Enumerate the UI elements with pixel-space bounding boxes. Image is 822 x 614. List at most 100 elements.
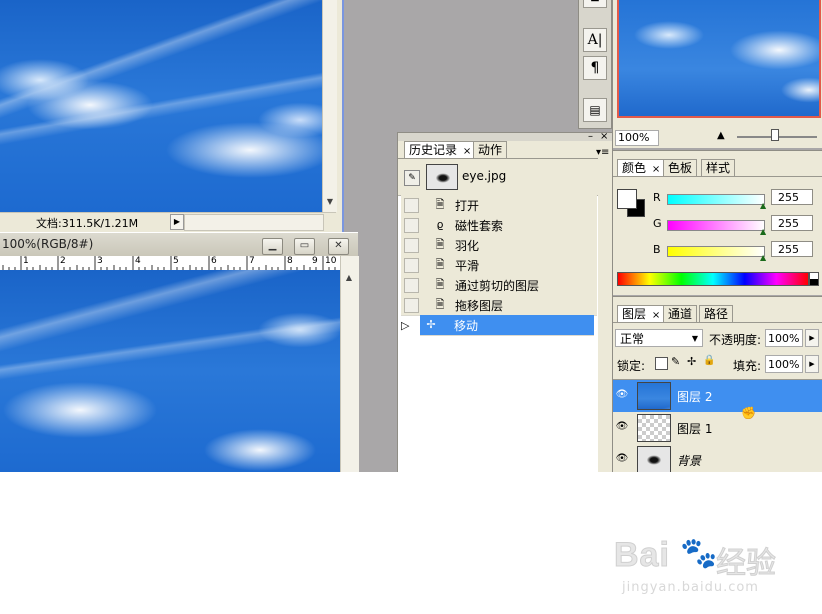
tab-close-icon[interactable]: × [652,310,660,321]
vertical-scrollbar-1[interactable]: ▼ [322,0,337,212]
history-item[interactable]: 🗎 打开 [401,195,597,216]
red-value-input[interactable]: 255 [771,189,813,205]
close-icon[interactable]: ✕ [328,238,349,255]
layer-row-selected[interactable]: 👁 图层 2 [613,380,822,413]
tab-color[interactable]: 颜色 × [617,159,666,176]
layer-thumbnail [637,382,671,410]
status-menu-arrow-icon[interactable]: ▶ [170,214,184,230]
lock-all-icon[interactable]: 🔒 [703,355,715,366]
document-titlebar-2[interactable]: 100%(RGB/8#) ▁ ▭ ✕ [0,232,358,257]
zoom-out-icon[interactable]: ▲ [717,130,725,141]
tab-swatches[interactable]: 色板 [663,159,698,176]
snapshot-source-brush-icon[interactable]: ✎ [404,170,420,186]
green-slider[interactable] [667,220,765,231]
watermark-url: jingyan.baidu.com [622,580,759,595]
lock-label: 锁定: [617,359,646,373]
blue-slider[interactable] [667,246,765,257]
document-icon: 🗎 [435,238,445,251]
opacity-input[interactable]: 100% [765,329,803,347]
scroll-up-icon[interactable]: ▲ [344,272,354,284]
brushes-icon[interactable]: ▬ [583,0,607,8]
tab-channels[interactable]: 通道 [663,305,698,322]
eye-icon[interactable]: 👁 [615,388,629,402]
slider-handle-icon[interactable]: ▲ [760,253,766,262]
character-icon[interactable]: A| [583,28,607,52]
slider-handle-icon[interactable]: ▲ [760,227,766,236]
minimize-icon[interactable]: ▁ [262,238,283,255]
history-state-checkbox[interactable] [404,218,419,233]
baidu-jingyan-watermark: Bai 🐾 经验 jingyan.baidu.com [614,536,784,606]
panel-close-icon[interactable]: × [600,131,608,142]
maximize-icon[interactable]: ▭ [294,238,315,255]
tab-close-icon[interactable]: × [652,164,660,175]
chevron-down-icon: ▼ [691,334,698,343]
ruler-label: 6 [211,256,217,266]
image-canvas-2[interactable] [0,270,340,472]
layer-thumbnail [637,446,671,472]
ruler-label: 2 [60,256,66,266]
tab-channels-label: 通道 [668,307,693,321]
channel-b-label: B [653,243,661,256]
panel-minimize-icon[interactable]: – [588,131,593,142]
color-spectrum-bar[interactable] [617,272,809,286]
lock-transparent-icon[interactable] [655,357,668,370]
tab-close-icon[interactable]: × [463,146,471,157]
layer-name: 背景 [677,454,702,468]
green-value: 255 [778,217,799,230]
snapshot-row[interactable]: ✎ eye.jpg [398,159,598,196]
tab-actions[interactable]: 动作 [473,141,508,158]
foreground-color-swatch[interactable] [617,189,637,209]
history-state-checkbox[interactable] [404,278,419,293]
history-state-checkbox[interactable] [404,198,419,213]
layer-name: 图层 2 [677,390,713,404]
scroll-down-icon[interactable]: ▼ [325,196,335,208]
vertical-scrollbar-2[interactable]: ▲ [340,256,359,472]
history-state-checkbox[interactable] [404,258,419,273]
navigator-zoom-input[interactable]: 100% [615,130,659,146]
eye-icon[interactable]: 👁 [615,452,629,466]
blue-value-input[interactable]: 255 [771,241,813,257]
drag-hand-cursor-icon: ✊ [741,406,756,420]
history-item[interactable]: 🗎 平滑 [401,255,597,276]
layer-comps-icon[interactable]: ▤ [583,98,607,122]
slider-handle-icon[interactable]: ▲ [760,201,766,210]
opacity-arrow-icon[interactable]: ▶ [805,329,819,347]
history-item-selected[interactable]: ✢ 移动 [420,315,594,336]
history-state-checkbox[interactable] [404,238,419,253]
horizontal-scrollbar-1[interactable] [184,214,324,231]
history-item-label: 通过剪切的图层 [455,279,540,293]
image-canvas-1[interactable] [0,0,322,212]
panel-menu-icon[interactable]: ▾≡ [596,147,609,158]
history-item[interactable]: ϱ 磁性套索 [401,215,597,236]
tab-paths-label: 路径 [704,307,729,321]
blend-mode-select[interactable]: 正常 ▼ [615,329,703,347]
history-state-checkbox[interactable] [404,298,419,313]
zoom-slider-handle[interactable] [771,129,779,141]
red-slider[interactable] [667,194,765,205]
green-value-input[interactable]: 255 [771,215,813,231]
fill-value: 100% [768,358,800,371]
tab-history-label: 历史记录 [409,143,458,157]
horizontal-ruler: 1 2 3 4 5 6 7 8 9 10 [0,256,342,271]
tab-layers[interactable]: 图层 × [617,305,666,322]
history-item[interactable]: 🗎 拖移图层 [401,295,597,316]
spectrum-black-white[interactable] [809,272,819,286]
ruler-label: 3 [97,256,103,266]
tab-history[interactable]: 历史记录 × [404,141,477,158]
history-state-pointer-icon[interactable]: ▷ [401,319,409,332]
paragraph-icon[interactable]: ¶ [583,56,607,80]
tab-styles[interactable]: 样式 [701,159,736,176]
tab-paths[interactable]: 路径 [699,305,734,322]
lock-brush-icon[interactable]: ✎ [671,355,680,368]
navigator-preview[interactable] [617,0,821,118]
history-item-label: 拖移图层 [455,299,504,313]
fill-arrow-icon[interactable]: ▶ [805,355,819,373]
history-item[interactable]: 🗎 羽化 [401,235,597,256]
history-item[interactable]: 🗎 通过剪切的图层 [401,275,597,296]
eye-icon[interactable]: 👁 [615,420,629,434]
lock-move-icon[interactable]: ✢ [687,355,696,368]
layer-row[interactable]: 👁 图层 1 [613,412,822,445]
ruler-label: 8 [287,256,293,266]
fill-input[interactable]: 100% [765,355,803,373]
layer-row[interactable]: 👁 背景 [613,444,822,472]
